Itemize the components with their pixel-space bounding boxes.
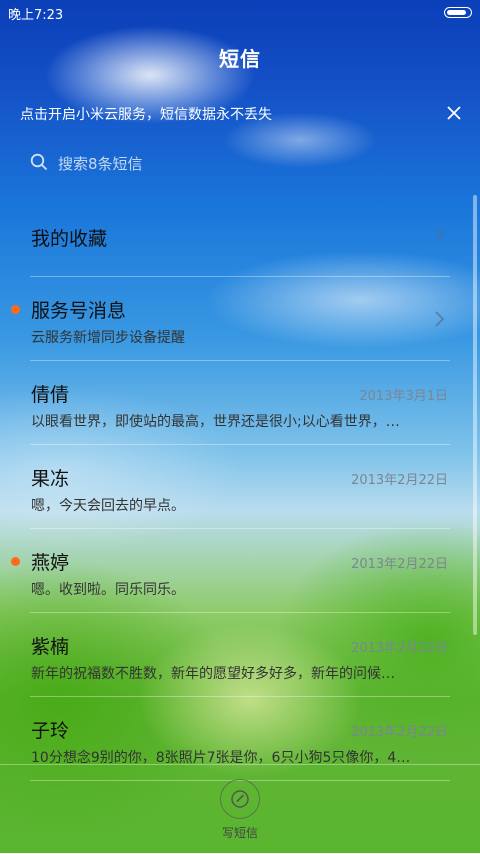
chevron-right-icon — [430, 225, 450, 245]
thread-name: 子玲 — [31, 720, 70, 742]
thread-name: 我的收藏 — [31, 228, 108, 250]
thread-list: 我的收藏服务号消息云服务新增同步设备提醒倩倩 2013年3月1日以眼看世界，即使站… — [0, 193, 480, 781]
battery-icon — [444, 7, 472, 18]
thread-preview: 云服务新增同步设备提醒 — [31, 330, 185, 346]
cloud-banner-text[interactable]: 点击开启小米云服务，短信数据永不丢失 — [20, 104, 340, 124]
thread-row[interactable]: 果冻 2013年2月22日嗯，今天会回去的早点。 — [0, 445, 480, 529]
thread-name: 燕婷 — [31, 552, 70, 574]
thread-name: 紫楠 — [31, 636, 70, 658]
thread-name: 倩倩 — [31, 384, 70, 406]
page-title: 短信 — [219, 46, 261, 71]
unread-dot — [11, 305, 20, 314]
compose-icon[interactable] — [220, 779, 260, 819]
unread-dot — [11, 557, 20, 566]
thread-date: 2013年2月22日 — [351, 641, 448, 656]
thread-date: 2013年2月22日 — [351, 473, 448, 488]
thread-row[interactable]: 服务号消息云服务新增同步设备提醒 — [0, 277, 480, 361]
thread-preview: 嗯，今天会回去的早点。 — [31, 498, 185, 514]
thread-row[interactable]: 倩倩 2013年3月1日以眼看世界，即使站的最高，世界还是很小;以心看世界，… — [0, 361, 480, 445]
status-time: 晚上7:23 — [8, 8, 64, 23]
thread-preview: 以眼看世界，即使站的最高，世界还是很小;以心看世界，… — [31, 414, 400, 430]
thread-name: 服务号消息 — [31, 300, 127, 322]
cloud-service-banner[interactable]: 点击开启小米云服务，短信数据永不丢失 — [0, 92, 480, 134]
status-bar: 晚上7:23 — [0, 0, 480, 26]
search-icon — [30, 153, 48, 175]
thread-name: 果冻 — [31, 468, 70, 490]
compose-label: 写短信 — [221, 826, 258, 840]
thread-row[interactable]: 我的收藏 — [0, 193, 480, 277]
chevron-right-icon — [430, 309, 450, 329]
thread-date: 2013年3月1日 — [359, 389, 448, 404]
search-input[interactable] — [58, 155, 358, 173]
thread-date: 2013年2月22日 — [351, 557, 448, 572]
list-scrollbar[interactable] — [473, 195, 477, 635]
search-bar[interactable] — [0, 143, 480, 189]
close-icon[interactable] — [434, 92, 474, 134]
title-bar: 短信 — [0, 26, 480, 88]
bottom-bar: 写短信 — [0, 764, 480, 854]
thread-preview: 嗯。收到啦。同乐同乐。 — [31, 582, 185, 598]
compose-button[interactable]: 写短信 — [210, 779, 270, 841]
thread-preview: 新年的祝福数不胜数，新年的愿望好多好多，新年的问候… — [31, 666, 395, 682]
thread-row[interactable]: 紫楠 2013年2月22日新年的祝福数不胜数，新年的愿望好多好多，新年的问候… — [0, 613, 480, 697]
thread-date: 2013年2月22日 — [351, 725, 448, 740]
thread-row[interactable]: 燕婷 2013年2月22日嗯。收到啦。同乐同乐。 — [0, 529, 480, 613]
